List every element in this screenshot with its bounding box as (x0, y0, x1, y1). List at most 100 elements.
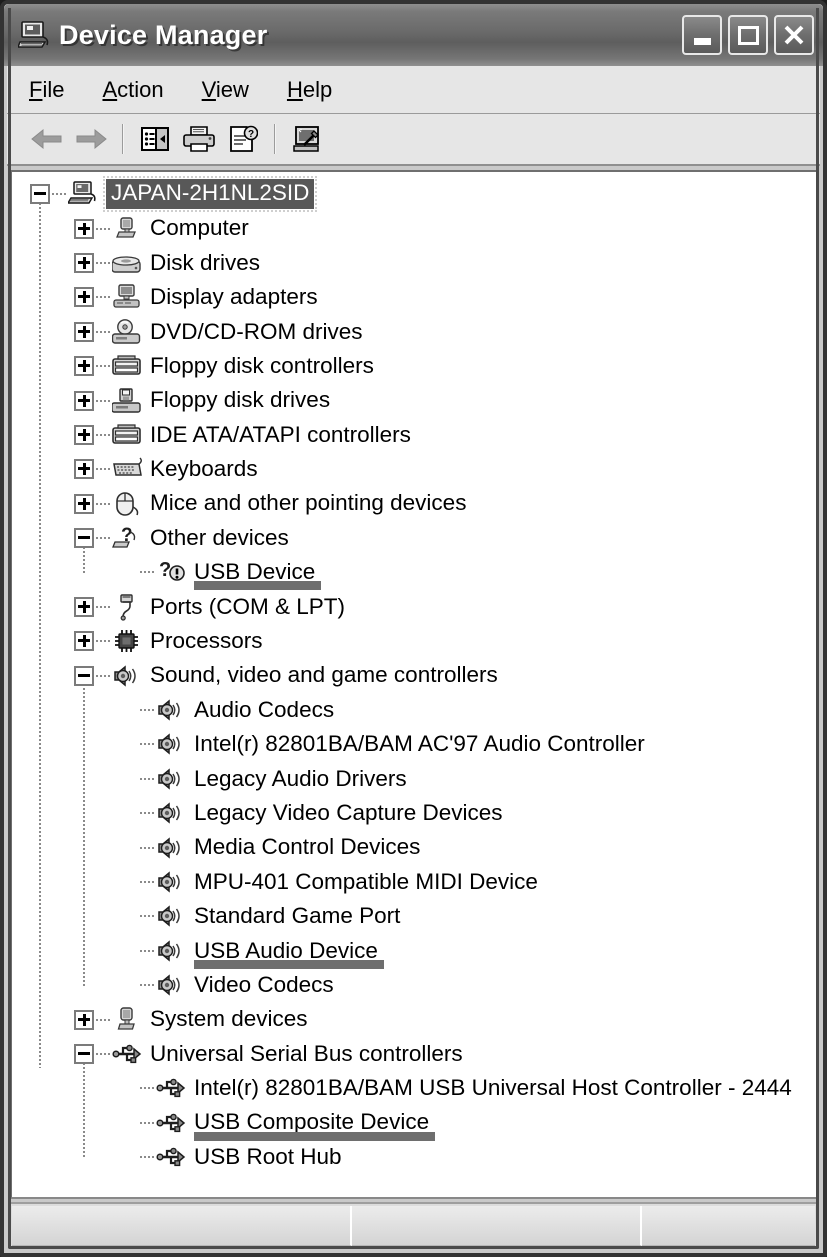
collapse-minus-icon[interactable] (74, 1043, 94, 1064)
svg-text:?: ? (159, 559, 171, 581)
tree-item-label: Intel(r) 82801BA/BAM USB Universal Host … (194, 1075, 792, 1101)
collapse-minus-icon[interactable] (30, 184, 50, 205)
expand-plus-icon[interactable] (74, 287, 94, 308)
tree-item-label: DVD/CD-ROM drives (150, 318, 363, 344)
tree-item-usbaudio[interactable]: USB Audio Device (12, 934, 817, 968)
menu-file[interactable]: File (29, 77, 64, 103)
scan-hardware-changes-button[interactable] (285, 119, 329, 159)
properties-button[interactable]: ? (221, 119, 265, 159)
status-pane-3 (642, 1206, 815, 1246)
tree-item-display[interactable]: Display adapters (12, 280, 817, 314)
tree-expander-spacer (118, 941, 140, 961)
tree-item-legaudio[interactable]: Legacy Audio Drivers (12, 762, 817, 796)
tree-expander-spacer (118, 700, 140, 720)
tree-item-other[interactable]: ? Other devices (12, 521, 817, 555)
tree-item-gameport[interactable]: Standard Game Port (12, 899, 817, 933)
expand-plus-icon[interactable] (74, 252, 94, 273)
expand-plus-icon[interactable] (74, 321, 94, 342)
floppy-drive-icon (111, 387, 142, 415)
tree-item-usbdev[interactable]: ? USB Device (12, 555, 817, 589)
tree-item-label: Processors (150, 628, 263, 654)
tree-item-label: Audio Codecs (194, 696, 335, 722)
expand-plus-icon[interactable] (74, 356, 94, 377)
tree-item-label: Floppy disk controllers (150, 352, 374, 378)
tree-expander-spacer (118, 975, 140, 995)
tree-item-ide[interactable]: IDE ATA/ATAPI controllers (12, 418, 817, 452)
device-tree-panel[interactable]: JAPAN-2H1NL2SID Computer Disk drives Dis… (10, 170, 819, 1199)
tree-item-label: Legacy Video Capture Devices (194, 799, 503, 825)
back-arrow-icon (31, 128, 62, 150)
menu-action[interactable]: Action (102, 77, 163, 103)
expand-plus-icon[interactable] (74, 459, 94, 480)
toolbar: ? (7, 114, 820, 166)
expand-plus-icon[interactable] (74, 1009, 94, 1030)
tree-connector (52, 193, 66, 196)
tree-item-fdd[interactable]: Floppy disk drives (12, 383, 817, 417)
expand-plus-icon[interactable] (74, 424, 94, 445)
back-button[interactable] (25, 119, 69, 159)
tree-item-usbroot[interactable]: USB Root Hub (12, 1140, 817, 1174)
tree-item-keyboards[interactable]: Keyboards (12, 452, 817, 486)
tree-connector (96, 261, 110, 264)
show-console-tree-button[interactable] (133, 119, 177, 159)
tree-item-label: USB Root Hub (194, 1143, 342, 1169)
tree-expander-spacer (118, 562, 140, 582)
expand-plus-icon[interactable] (74, 218, 94, 239)
tree-item-mediactl[interactable]: Media Control Devices (12, 830, 817, 864)
forward-arrow-icon (76, 128, 107, 150)
controller-icon (112, 421, 142, 449)
print-button[interactable] (177, 119, 221, 159)
close-icon (784, 25, 804, 45)
tree-item-dvd[interactable]: DVD/CD-ROM drives (12, 315, 817, 349)
menu-help[interactable]: Help (287, 77, 332, 103)
tree-item-ports[interactable]: Ports (COM & LPT) (12, 590, 817, 624)
tree-item-cpu[interactable]: Processors (12, 624, 817, 658)
tree-item-audcodec[interactable]: Audio Codecs (12, 693, 817, 727)
tree-item-fdc[interactable]: Floppy disk controllers (12, 349, 817, 383)
expand-plus-icon[interactable] (74, 631, 94, 652)
collapse-minus-icon[interactable] (74, 665, 94, 686)
tree-item-computer[interactable]: Computer (12, 211, 817, 245)
tree-item-mice[interactable]: Mice and other pointing devices (12, 487, 817, 521)
tree-item-label: Disk drives (150, 249, 261, 275)
forward-button[interactable] (69, 119, 113, 159)
speaker-icon (156, 834, 186, 862)
tree-item-sound[interactable]: Sound, video and game controllers (12, 658, 817, 692)
tree-item-usbhost[interactable]: Intel(r) 82801BA/BAM USB Universal Host … (12, 1071, 817, 1105)
tree-item-label: Keyboards (150, 456, 258, 482)
expand-plus-icon[interactable] (74, 493, 94, 514)
tree-item-sysdev[interactable]: System devices (12, 1002, 817, 1036)
tree-connector (96, 227, 110, 230)
tree-item-usbctrl[interactable]: Universal Serial Bus controllers (12, 1037, 817, 1071)
maximize-button[interactable] (728, 15, 768, 55)
tree-item-mpu401[interactable]: MPU-401 Compatible MIDI Device (12, 865, 817, 899)
unknown-device-icon: ? (112, 524, 142, 552)
tree-connector (96, 433, 110, 436)
speaker-icon (156, 765, 186, 793)
show-console-tree-icon (141, 127, 169, 151)
tree-spine-level2 (83, 684, 85, 986)
tree-item-vidcodec[interactable]: Video Codecs (12, 968, 817, 1002)
speaker-icon (112, 662, 142, 690)
annotation-underline-usbcomp (194, 1131, 436, 1141)
tree-item-disk[interactable]: Disk drives (12, 246, 817, 280)
svg-text:?: ? (248, 129, 254, 140)
tree-item-label: Floppy disk drives (150, 387, 331, 413)
close-button[interactable] (774, 15, 814, 55)
tree-spine-level2 (83, 546, 85, 574)
collapse-minus-icon[interactable] (74, 528, 94, 549)
tree-item-legvideo[interactable]: Legacy Video Capture Devices (12, 796, 817, 830)
tree-connector (96, 640, 110, 643)
status-bar (10, 1202, 817, 1248)
expand-plus-icon[interactable] (74, 596, 94, 617)
maximize-icon (737, 25, 759, 45)
menu-view[interactable]: View (202, 77, 249, 103)
tree-spine-level1 (39, 202, 41, 1069)
tree-item-root[interactable]: JAPAN-2H1NL2SID (12, 176, 817, 212)
tree-item-intelac97[interactable]: Intel(r) 82801BA/BAM AC'97 Audio Control… (12, 727, 817, 761)
speaker-icon (156, 902, 186, 930)
tree-connector (96, 1052, 110, 1055)
title-bar[interactable]: Device Manager (4, 4, 823, 66)
expand-plus-icon[interactable] (74, 390, 94, 411)
minimize-button[interactable] (682, 15, 722, 55)
